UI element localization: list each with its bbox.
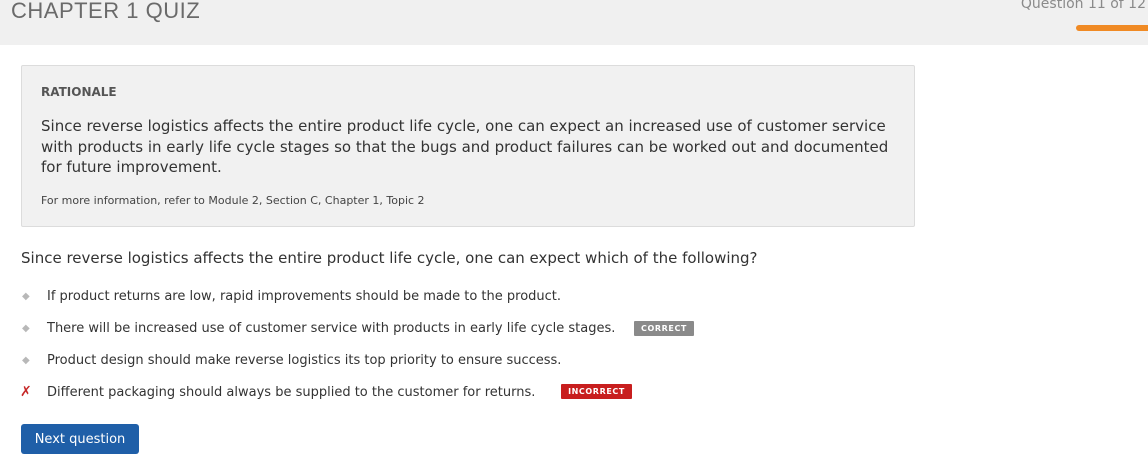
quiz-title: CHAPTER 1 QUIZ — [11, 0, 201, 23]
rationale-reference: For more information, refer to Module 2,… — [41, 194, 425, 207]
rationale-heading: RATIONALE — [41, 85, 117, 99]
question-progress-text: Question 11 of 12 — [1020, 0, 1146, 12]
bullet-icon: ◆ — [22, 323, 30, 334]
incorrect-x-icon: ✗ — [20, 384, 32, 400]
answer-label: If product returns are low, rapid improv… — [47, 289, 562, 304]
correct-badge: CORRECT — [634, 321, 694, 336]
question-text: Since reverse logistics affects the enti… — [21, 249, 758, 267]
next-question-button[interactable]: Next question — [21, 424, 139, 454]
progress-bar — [1076, 25, 1148, 31]
incorrect-badge: INCORRECT — [561, 384, 632, 399]
answer-label: Product design should make reverse logis… — [47, 353, 562, 368]
answer-label: There will be increased use of customer … — [47, 321, 616, 336]
answer-label: Different packaging should always be sup… — [47, 385, 536, 400]
rationale-text: Since reverse logistics affects the enti… — [41, 117, 889, 176]
bullet-icon: ◆ — [22, 291, 30, 302]
quiz-header: CHAPTER 1 QUIZ Question 11 of 12 — [0, 0, 1148, 45]
rationale-panel: RATIONALE Since reverse logistics affect… — [21, 65, 915, 227]
bullet-icon: ◆ — [22, 355, 30, 366]
